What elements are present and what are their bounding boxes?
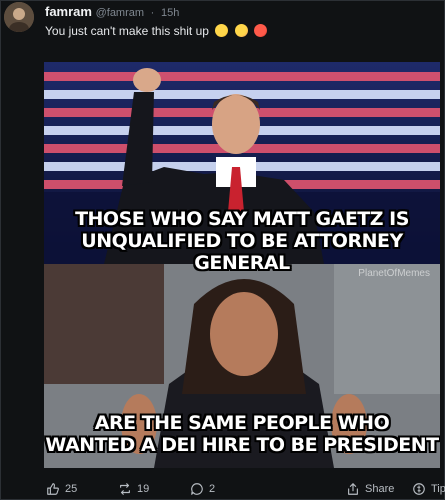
post-image[interactable]: THOSE WHO SAY MATT GAETZ IS UNQUALIFIED …: [44, 62, 440, 468]
like-count: 25: [65, 483, 78, 495]
flushed-face-emoji: [234, 24, 248, 37]
post-actions: 25 19 2 Share Tip: [0, 478, 445, 500]
comment-count: 2: [209, 483, 216, 495]
share-label: Share: [365, 483, 395, 495]
separator-dot: ·: [150, 7, 155, 19]
repost-count: 19: [137, 483, 150, 495]
meme-top-caption: THOSE WHO SAY MATT GAETZ IS UNQUALIFIED …: [44, 208, 440, 274]
like-button[interactable]: 25: [46, 478, 77, 500]
username[interactable]: famram: [45, 4, 92, 19]
thumbs-up-icon: [47, 483, 59, 495]
post-timestamp[interactable]: 15h: [161, 7, 179, 19]
repost-button[interactable]: 19: [118, 478, 149, 500]
meme-bottom-caption: ARE THE SAME PEOPLE WHO WANTED A DEI HIR…: [44, 412, 440, 456]
tip-icon: [413, 483, 425, 495]
post-header: famram @famram · 15h: [45, 4, 179, 20]
repost-icon: [120, 483, 130, 495]
tip-label: Tip: [431, 483, 445, 495]
thinking-face-emoji: [215, 24, 229, 37]
angry-face-emoji: [253, 24, 267, 37]
avatar[interactable]: [4, 2, 34, 32]
share-icon: [348, 483, 358, 495]
comment-button[interactable]: 2: [190, 478, 215, 500]
user-handle[interactable]: @famram: [96, 7, 144, 19]
tip-button[interactable]: Tip: [412, 478, 445, 500]
post-text: You just can't make this shit up: [45, 24, 267, 38]
post-text-body: You just can't make this shit up: [45, 24, 209, 38]
meme-top-caption-line1: THOSE WHO SAY MATT GAETZ IS: [75, 208, 409, 230]
meme-watermark: PlanetOfMemes: [358, 268, 430, 279]
share-button[interactable]: Share: [346, 478, 394, 500]
meme-bottom-caption-line2: WANTED A DEI HIRE TO BE PRESIDENT: [45, 434, 439, 456]
meme-bottom-caption-line1: ARE THE SAME PEOPLE WHO: [94, 412, 390, 434]
comment-icon: [191, 483, 203, 495]
